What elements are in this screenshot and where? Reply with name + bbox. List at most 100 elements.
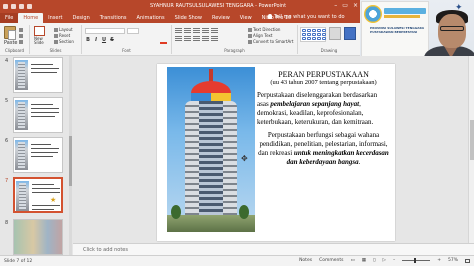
scrollbar-thumb[interactable] xyxy=(69,136,72,186)
tab-view[interactable]: View xyxy=(235,13,257,23)
paragraph-2-end: . xyxy=(358,158,361,166)
italic-button[interactable]: I xyxy=(93,37,99,43)
restore-button[interactable]: ▭ xyxy=(342,2,348,9)
font-size-select[interactable] xyxy=(127,28,139,34)
fit-to-window-icon[interactable] xyxy=(465,258,470,263)
zoom-slider[interactable] xyxy=(402,258,431,263)
thumbnail-image: ★ xyxy=(13,177,63,213)
powerpoint-window: SYAHNUR RAUTSULSULAWESI TENGGARA - Power… xyxy=(0,0,474,266)
poster-text: PROVINSI SULAWESI TENGGARA PUSTAKAWAN BE… xyxy=(370,26,425,34)
slideshow-view-icon[interactable]: ▷ xyxy=(382,258,385,263)
slide-thumbnail[interactable]: 8 xyxy=(0,218,73,255)
copy-icon[interactable] xyxy=(19,33,24,38)
close-button[interactable]: × xyxy=(353,2,358,9)
numbering-icon[interactable] xyxy=(184,28,191,33)
slide-thumbnail-selected[interactable]: 7 ★ xyxy=(0,176,73,216)
cut-icon[interactable] xyxy=(19,27,24,32)
paste-button[interactable]: Paste xyxy=(4,40,18,46)
font-group: B I U S Font xyxy=(82,25,172,54)
slide-subtitle: (uu 43 tahun 2007 tentang perpustakaan) xyxy=(270,79,377,86)
line-spacing-icon[interactable] xyxy=(211,28,218,33)
slide-sorter-icon[interactable]: ▦ xyxy=(362,258,366,263)
lightbulb-icon xyxy=(268,14,272,19)
minimize-button[interactable]: – xyxy=(334,2,337,9)
font-format-buttons: B I U S xyxy=(85,37,115,43)
convert-smartart-button[interactable]: Convert to SmartArt xyxy=(248,39,293,44)
library-building-image[interactable] xyxy=(167,67,255,232)
paragraph-1-emphasis: pembelajaran sepanjang hayat xyxy=(270,100,360,108)
paste-icon[interactable] xyxy=(4,26,16,40)
underline-button[interactable]: U xyxy=(101,37,107,43)
align-center-icon[interactable] xyxy=(184,36,191,41)
align-left-icon[interactable] xyxy=(175,36,182,41)
tab-transitions[interactable]: Transitions xyxy=(95,13,132,23)
shapes-gallery[interactable] xyxy=(300,27,326,42)
tab-home[interactable]: Home xyxy=(18,13,44,23)
thumbnail-scrollbar[interactable] xyxy=(69,56,72,255)
tab-animations[interactable]: Animations xyxy=(132,13,170,23)
slide-number: 6 xyxy=(5,138,9,144)
text-direction-label: Text Direction xyxy=(253,27,281,32)
align-right-icon[interactable] xyxy=(193,36,200,41)
slides-label: Slides xyxy=(49,48,62,53)
justify-icon[interactable] xyxy=(202,36,209,41)
layout-button[interactable]: Layout xyxy=(54,27,73,32)
slide-thumbnail[interactable]: 5 xyxy=(0,96,73,136)
format-painter-icon[interactable] xyxy=(19,39,24,44)
align-text-button[interactable]: Align Text xyxy=(248,33,272,38)
tab-slide-show[interactable]: Slide Show xyxy=(170,13,207,23)
slide-number: 8 xyxy=(5,220,9,226)
notes-pane[interactable]: Click to add notes xyxy=(73,243,474,255)
decrease-indent-icon[interactable] xyxy=(193,28,200,33)
strikethrough-button[interactable]: S xyxy=(109,37,115,43)
quick-access-toolbar xyxy=(0,3,32,9)
poster-banner xyxy=(384,8,426,14)
quick-styles-icon[interactable] xyxy=(344,27,356,40)
status-bar: Slide 7 of 12 Notes Comments ▭ ▦ ▯ ▷ – +… xyxy=(0,255,474,266)
columns-icon[interactable] xyxy=(211,36,218,41)
convert-smartart-label: Convert to SmartArt xyxy=(253,39,294,44)
slide-scrollbar[interactable] xyxy=(468,56,474,243)
background-poster: PROVINSI SULAWESI TENGGARA PUSTAKAWAN BE… xyxy=(361,1,429,61)
bullets-icon[interactable] xyxy=(175,28,182,33)
new-slide-button[interactable]: New Slide xyxy=(34,37,50,45)
slide-thumbnail[interactable]: 6 xyxy=(0,136,73,176)
redo-icon[interactable] xyxy=(19,3,24,9)
undo-icon[interactable] xyxy=(11,3,16,9)
save-icon[interactable] xyxy=(3,3,8,9)
paragraph-1: Perpustakaan diselenggarakan berdasarkan… xyxy=(257,91,390,127)
notes-button[interactable]: Notes xyxy=(299,258,312,263)
paragraph-2-emphasis: untuk meningkatkan kecerdasan dan keberd… xyxy=(286,149,389,166)
tab-file[interactable]: File xyxy=(0,13,19,23)
ribbon-tabs: File Home Insert Design Transitions Anim… xyxy=(0,12,360,23)
slide-number: 5 xyxy=(5,98,9,104)
scrollbar-thumb[interactable] xyxy=(470,120,474,160)
current-slide[interactable]: ✥ PERAN PERPUSTAKAAN (uu 43 tahun 2007 t… xyxy=(157,64,395,241)
comments-button[interactable]: Comments xyxy=(319,258,343,263)
ribbon-home: Paste Clipboard New Slide Layout Reset S… xyxy=(0,23,360,56)
font-name-select[interactable] xyxy=(85,28,125,34)
tab-review[interactable]: Review xyxy=(207,13,235,23)
zoom-in-button[interactable]: + xyxy=(437,258,441,263)
reset-button[interactable]: Reset xyxy=(54,33,70,38)
slide-text-box[interactable]: PERAN PERPUSTAKAAN (uu 43 tahun 2007 ten… xyxy=(257,70,390,167)
tell-me-search[interactable]: Tell me what you want to do xyxy=(268,12,345,22)
tab-insert[interactable]: Insert xyxy=(43,13,67,23)
reading-view-icon[interactable]: ▯ xyxy=(373,258,375,263)
thumbnail-image xyxy=(13,137,63,173)
arrange-icon[interactable] xyxy=(329,27,341,40)
font-color-icon[interactable] xyxy=(160,37,167,44)
text-direction-button[interactable]: Text Direction xyxy=(248,27,280,32)
increase-indent-icon[interactable] xyxy=(202,28,209,33)
tab-design[interactable]: Design xyxy=(67,13,94,23)
section-button[interactable]: Section xyxy=(54,39,74,44)
bold-button[interactable]: B xyxy=(85,37,91,43)
start-slideshow-icon[interactable] xyxy=(27,3,32,9)
zoom-out-button[interactable]: – xyxy=(393,258,395,263)
new-slide-icon[interactable] xyxy=(34,26,45,36)
window-title: SYAHNUR RAUTSULSULAWESI TENGGARA - Power… xyxy=(150,3,287,9)
slide-thumbnail[interactable]: 4 xyxy=(0,56,73,96)
zoom-level[interactable]: 57% xyxy=(448,258,458,263)
title-bar: SYAHNUR RAUTSULSULAWESI TENGGARA - Power… xyxy=(0,0,360,12)
normal-view-icon[interactable]: ▭ xyxy=(350,258,354,263)
